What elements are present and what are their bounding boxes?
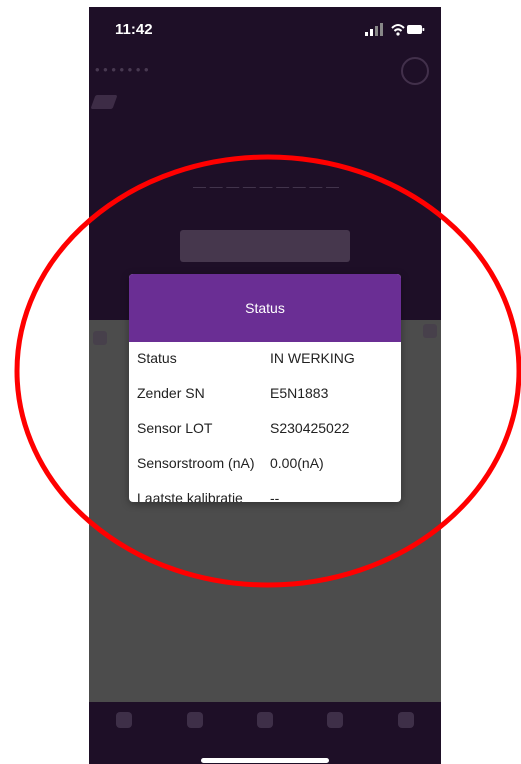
- last-calibration-row: Laatste kalibratie --: [129, 482, 401, 502]
- tab-calendar: [305, 712, 365, 732]
- status-icons: [365, 23, 425, 36]
- sensor-lot-row: Sensor LOT S230425022: [129, 412, 401, 447]
- row-label: Sensorstroom (nA): [137, 455, 255, 471]
- profile-icon: [401, 57, 429, 85]
- calendar-icon: [327, 712, 344, 728]
- row-label: Status: [137, 350, 177, 366]
- row-value: 0.00(nA): [270, 455, 324, 471]
- sensor-current-row: Sensorstroom (nA) 0.00(nA): [129, 447, 401, 482]
- home-indicator[interactable]: [201, 758, 329, 763]
- status-bar: 11:42: [89, 7, 441, 51]
- transmitter-sn-row: Zender SN E5N1883: [129, 377, 401, 412]
- row-value: --: [270, 490, 280, 502]
- settings-icon: [397, 712, 414, 728]
- row-label: Sensor LOT: [137, 420, 213, 436]
- tab-meter: [165, 712, 225, 732]
- row-value: S230425022: [270, 420, 350, 436]
- right-arrow-icon: [423, 324, 437, 338]
- row-label: Laatste kalibratie: [137, 490, 243, 502]
- dimmed-message: — — — — — — — — —: [193, 179, 339, 194]
- tab-settings: [376, 712, 436, 732]
- row-value: E5N1883: [270, 385, 329, 401]
- tab-home: [94, 712, 154, 732]
- signal-icon: [365, 23, 383, 36]
- status-time: 11:42: [115, 21, 153, 38]
- left-arrow-icon: [93, 331, 107, 345]
- status-dialog: Status Status IN WERKING Zender SN E5N18…: [129, 274, 401, 502]
- battery-icon: [407, 25, 425, 34]
- row-value: IN WERKING: [270, 350, 355, 366]
- logo-icon: [90, 95, 118, 109]
- tab-bar: [89, 702, 441, 764]
- app-header-title: • • • • • • •: [95, 62, 149, 77]
- tab-document: [235, 712, 295, 732]
- wifi-icon: [391, 24, 405, 36]
- meter-icon: [186, 712, 203, 728]
- document-icon: [256, 712, 273, 728]
- row-label: Zender SN: [137, 385, 205, 401]
- home-icon: [116, 712, 133, 728]
- dialog-title: Status: [245, 300, 285, 316]
- dialog-body[interactable]: Status IN WERKING Zender SN E5N1883 Sens…: [129, 342, 401, 502]
- dialog-header: Status: [129, 274, 401, 342]
- status-row: Status IN WERKING: [129, 342, 401, 377]
- dimmed-button: [180, 230, 350, 262]
